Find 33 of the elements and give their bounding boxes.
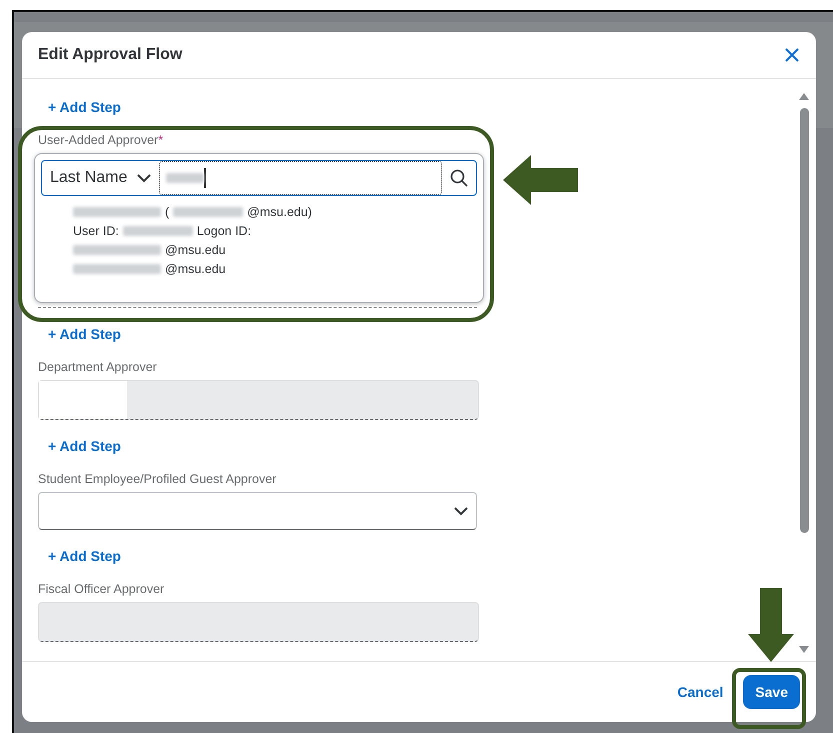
search-result[interactable]: ( @msu.edu) User ID: Logon ID: @msu.edu @msu.edu: [41, 196, 477, 277]
add-step-link[interactable]: + Add Step: [48, 99, 121, 115]
scroll-down-icon[interactable]: [799, 646, 809, 653]
redacted-text: [166, 173, 204, 183]
chevron-down-icon: [454, 506, 468, 516]
select-field[interactable]: [38, 492, 477, 530]
add-step-link[interactable]: + Add Step: [48, 326, 121, 342]
chevron-down-icon: [137, 174, 152, 182]
dialog-title: Edit Approval Flow: [38, 46, 182, 64]
search-field[interactable]: Last Name: [41, 160, 477, 196]
field-label: User-Added Approver*: [38, 133, 164, 147]
filter-dropdown[interactable]: Last Name: [42, 169, 160, 187]
result-text: Logon ID:: [196, 224, 252, 238]
result-text: @msu.edu: [165, 262, 226, 276]
field-label: Department Approver: [38, 360, 157, 374]
field-label: Student Employee/Profiled Guest Approver: [38, 472, 276, 486]
arrow-down-icon: [748, 588, 794, 662]
result-text: @msu.edu): [247, 205, 312, 219]
add-step-link[interactable]: + Add Step: [48, 438, 121, 454]
search-input[interactable]: [159, 161, 442, 195]
close-icon[interactable]: [784, 47, 800, 63]
result-text: User ID:: [73, 224, 119, 238]
result-text: @msu.edu: [165, 243, 226, 257]
save-button[interactable]: Save: [743, 675, 800, 709]
redacted-text: [173, 207, 244, 217]
result-text: (: [165, 205, 170, 219]
search-icon[interactable]: [450, 169, 468, 187]
add-step-link[interactable]: + Add Step: [48, 548, 121, 564]
scroll-up-icon[interactable]: [799, 93, 809, 100]
cancel-button[interactable]: Cancel: [671, 683, 730, 701]
arrow-left-icon: [503, 155, 578, 205]
field-label: Fiscal Officer Approver: [38, 582, 164, 596]
redacted-text: [122, 226, 193, 236]
